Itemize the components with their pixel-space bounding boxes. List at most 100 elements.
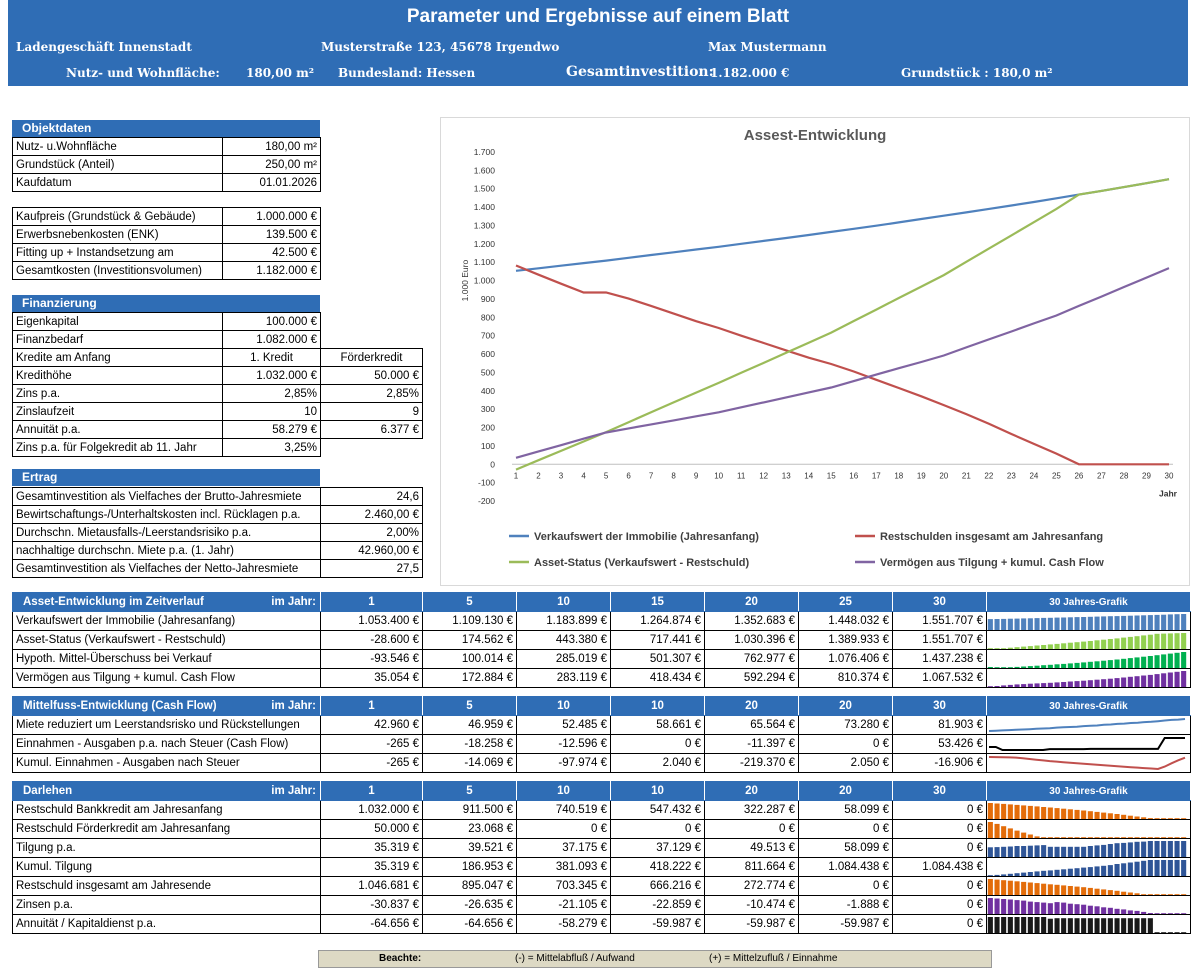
cell-value[interactable]: -22.859 € (610, 895, 705, 915)
cell-value[interactable]: 50.000 € (320, 819, 423, 839)
cell-value[interactable]: -64.656 € (320, 914, 423, 934)
cell-value[interactable]: 0 € (798, 819, 893, 839)
cell-value[interactable]: 39.521 € (422, 838, 517, 858)
cell-value[interactable]: 501.307 € (610, 649, 705, 669)
cell-value[interactable]: 1.551.707 € (892, 611, 987, 631)
cell-value[interactable]: -26.635 € (422, 895, 517, 915)
row-value-2[interactable]: 9 (320, 402, 423, 421)
cell-value[interactable]: 1.183.899 € (516, 611, 611, 631)
cell-value[interactable]: 283.119 € (516, 668, 611, 688)
cell-value[interactable]: 443.380 € (516, 630, 611, 650)
cell-value[interactable]: -59.987 € (610, 914, 705, 934)
cell-value[interactable]: 1.448.032 € (798, 611, 893, 631)
cell-value[interactable]: 322.287 € (704, 800, 799, 820)
cell-value[interactable]: 73.280 € (798, 715, 893, 735)
cell-value[interactable]: -219.370 € (704, 753, 799, 773)
cell-value[interactable]: 418.434 € (610, 668, 705, 688)
cell-value[interactable]: 811.664 € (704, 857, 799, 877)
cell-value[interactable]: 52.485 € (516, 715, 611, 735)
cell-value[interactable]: 0 € (798, 876, 893, 896)
cell-value[interactable]: 1.551.707 € (892, 630, 987, 650)
cell-value[interactable]: 547.432 € (610, 800, 705, 820)
cell-value[interactable]: 1.389.933 € (798, 630, 893, 650)
row-value[interactable]: 2,85% (222, 384, 321, 403)
cell-value[interactable]: 172.884 € (422, 668, 517, 688)
row-value[interactable]: 1.032.000 € (222, 366, 321, 385)
cell-value[interactable]: 1.046.681 € (320, 876, 423, 896)
cell-value[interactable]: 0 € (610, 819, 705, 839)
cell-value[interactable]: 35.054 € (320, 668, 423, 688)
cell-value[interactable]: 1.053.400 € (320, 611, 423, 631)
cell-value[interactable]: -16.906 € (892, 753, 987, 773)
row-value[interactable]: 24,6 (320, 487, 423, 506)
cell-value[interactable]: -1.888 € (798, 895, 893, 915)
cell-value[interactable]: 740.519 € (516, 800, 611, 820)
cell-value[interactable]: 1.109.130 € (422, 611, 517, 631)
cell-value[interactable]: 58.099 € (798, 800, 893, 820)
cell-value[interactable]: 2.050 € (798, 753, 893, 773)
cell-value[interactable]: 703.345 € (516, 876, 611, 896)
cell-value[interactable]: 100.014 € (422, 649, 517, 669)
cell-value[interactable]: 592.294 € (704, 668, 799, 688)
cell-value[interactable]: 1.076.406 € (798, 649, 893, 669)
cell-value[interactable]: 46.959 € (422, 715, 517, 735)
cell-value[interactable]: 186.953 € (422, 857, 517, 877)
row-value[interactable]: 1.082.000 € (222, 330, 321, 349)
row-value[interactable]: 139.500 € (222, 225, 321, 244)
cell-value[interactable]: 0 € (892, 838, 987, 858)
cell-value[interactable]: 895.047 € (422, 876, 517, 896)
cell-value[interactable]: -97.974 € (516, 753, 611, 773)
cell-value[interactable]: 666.216 € (610, 876, 705, 896)
row-value[interactable]: 2.460,00 € (320, 505, 423, 524)
cell-value[interactable]: -11.397 € (704, 734, 799, 754)
cell-value[interactable]: -59.987 € (798, 914, 893, 934)
cell-value[interactable]: 2.040 € (610, 753, 705, 773)
cell-value[interactable]: 0 € (610, 734, 705, 754)
cell-value[interactable]: 37.175 € (516, 838, 611, 858)
row-value[interactable]: 2,00% (320, 523, 423, 542)
row-value-2[interactable]: 2,85% (320, 384, 423, 403)
cell-value[interactable]: -21.105 € (516, 895, 611, 915)
cell-value[interactable]: -28.600 € (320, 630, 423, 650)
cell-value[interactable]: 37.129 € (610, 838, 705, 858)
row-value[interactable]: 58.279 € (222, 420, 321, 439)
cell-value[interactable]: 717.441 € (610, 630, 705, 650)
cell-value[interactable]: 42.960 € (320, 715, 423, 735)
row-value[interactable]: 3,25% (222, 438, 321, 457)
cell-value[interactable]: -58.279 € (516, 914, 611, 934)
cell-value[interactable]: 0 € (892, 895, 987, 915)
row-value[interactable]: 01.01.2026 (222, 173, 321, 192)
cell-value[interactable]: 381.093 € (516, 857, 611, 877)
row-value[interactable]: 250,00 m² (222, 155, 321, 174)
row-value[interactable]: 27,5 (320, 559, 423, 578)
cell-value[interactable]: 23.068 € (422, 819, 517, 839)
row-value[interactable]: 42.500 € (222, 243, 321, 262)
cell-value[interactable]: 0 € (892, 800, 987, 820)
cell-value[interactable]: 418.222 € (610, 857, 705, 877)
row-value[interactable]: 10 (222, 402, 321, 421)
row-value[interactable]: 180,00 m² (222, 137, 321, 156)
cell-value[interactable]: 0 € (516, 819, 611, 839)
cell-value[interactable]: 53.426 € (892, 734, 987, 754)
cell-value[interactable]: 0 € (892, 914, 987, 934)
cell-value[interactable]: 174.562 € (422, 630, 517, 650)
cell-value[interactable]: 810.374 € (798, 668, 893, 688)
cell-value[interactable]: -18.258 € (422, 734, 517, 754)
cell-value[interactable]: 0 € (892, 819, 987, 839)
cell-value[interactable]: 1.067.532 € (892, 668, 987, 688)
row-value-2[interactable]: 50.000 € (320, 366, 423, 385)
cell-value[interactable]: -14.069 € (422, 753, 517, 773)
cell-value[interactable]: 1.084.438 € (892, 857, 987, 877)
cell-value[interactable]: 65.564 € (704, 715, 799, 735)
cell-value[interactable]: -10.474 € (704, 895, 799, 915)
cell-value[interactable]: 0 € (704, 819, 799, 839)
cell-value[interactable]: -265 € (320, 753, 423, 773)
cell-value[interactable]: 285.019 € (516, 649, 611, 669)
row-value-2[interactable]: 6.377 € (320, 420, 423, 439)
row-value[interactable]: 100.000 € (222, 312, 321, 331)
cell-value[interactable]: 35.319 € (320, 857, 423, 877)
cell-value[interactable]: 272.774 € (704, 876, 799, 896)
cell-value[interactable]: 1.032.000 € (320, 800, 423, 820)
cell-value[interactable]: 911.500 € (422, 800, 517, 820)
cell-value[interactable]: 762.977 € (704, 649, 799, 669)
